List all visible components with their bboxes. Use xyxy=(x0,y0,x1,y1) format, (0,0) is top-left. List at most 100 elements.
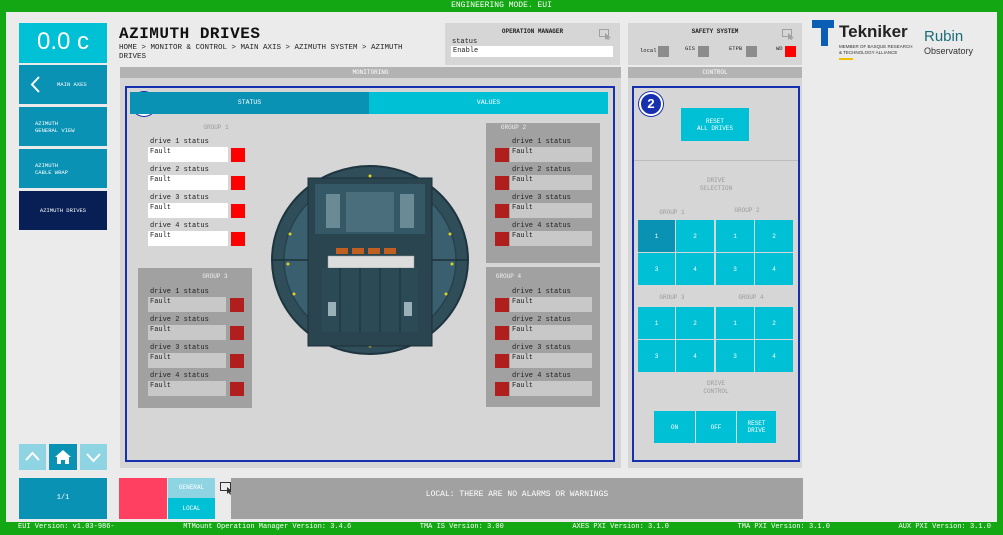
tab-values[interactable]: VALUES xyxy=(369,92,608,114)
g3-drive1-value: Fault xyxy=(148,297,226,312)
g3-drive2-label: drive 2 status xyxy=(150,316,209,324)
status-field: Enable xyxy=(451,46,613,57)
rubin-logo-line2: Observatory xyxy=(924,46,974,56)
page-indicator: 1/1 xyxy=(19,478,107,519)
nav-azimuth-general-view-button[interactable]: AZIMUTH GENERAL VIEW xyxy=(19,107,107,146)
drive-selection-label: DRIVE SELECTION xyxy=(699,177,733,192)
g1-drive4-label: drive 4 status xyxy=(150,222,209,230)
tab-values-label: VALUES xyxy=(476,99,501,106)
azimuth-platform-image xyxy=(271,165,469,355)
g3-drive2-indicator xyxy=(230,326,244,340)
tab-status-label: STATUS xyxy=(237,99,262,106)
g1-drive4-value: Fault xyxy=(148,231,228,246)
g1-drive2-label: drive 2 status xyxy=(150,166,209,174)
select-g4-drive1-button[interactable]: 1 xyxy=(716,307,754,339)
select-g3-drive3-button[interactable]: 3 xyxy=(638,340,675,372)
aux-pxi-version: AUX PXI Version: 3.1.0 xyxy=(898,523,991,531)
drive-off-button[interactable]: OFF xyxy=(696,411,736,443)
g1-drive1-label: drive 1 status xyxy=(150,138,209,146)
select-g4-drive2-button[interactable]: 2 xyxy=(755,307,793,339)
select-g4-drive4-button[interactable]: 4 xyxy=(755,340,793,372)
nav-item-label: AZIMUTH GENERAL VIEW xyxy=(35,119,75,134)
page-down-button[interactable] xyxy=(80,444,107,470)
g4-drive1-value: Fault xyxy=(510,297,592,312)
nav-azimuth-cable-wrap-button[interactable]: AZIMUTH CABLE WRAP xyxy=(19,149,107,188)
tekniker-logo-mark-icon xyxy=(812,20,834,46)
select-g2-drive1-button[interactable]: 1 xyxy=(716,220,754,252)
nav-azimuth-drives-button[interactable]: AZIMUTH DRIVES xyxy=(19,191,107,230)
g1-drive4-indicator xyxy=(231,232,245,246)
select-g3-drive1-button[interactable]: 1 xyxy=(638,307,675,339)
g4-drive4-indicator xyxy=(495,382,509,396)
home-button[interactable] xyxy=(49,444,77,470)
operation-manager-title: OPERATION MANAGER xyxy=(501,28,564,35)
status-label: status xyxy=(452,38,478,46)
reset-drive-button[interactable]: RESET DRIVE xyxy=(737,411,776,443)
g2-drive1-indicator xyxy=(495,148,509,162)
select-g2-drive4-button[interactable]: 4 xyxy=(755,253,793,285)
select-g1-drive4-button[interactable]: 4 xyxy=(676,253,714,285)
drive-control-label: DRIVE CONTROL xyxy=(703,380,729,395)
expand-cursor-icon[interactable] xyxy=(782,29,795,40)
select-g4-drive3-button[interactable]: 3 xyxy=(716,340,754,372)
g3-drive3-indicator xyxy=(230,354,244,368)
nav-item-label: AZIMUTH DRIVES xyxy=(39,207,87,214)
safety-wd-indicator xyxy=(785,46,796,57)
g2-drive3-label: drive 3 status xyxy=(512,194,571,202)
alarm-message: LOCAL: THERE ARE NO ALARMS OR WARNINGS xyxy=(231,478,803,519)
tekniker-name: Tekniker xyxy=(839,22,908,41)
breadcrumb: HOME > MONITOR & CONTROL > MAIN AXIS > A… xyxy=(119,44,403,61)
group-3-title: GROUP 3 xyxy=(202,273,228,280)
group-2-title: GROUP 2 xyxy=(500,124,527,131)
g3-drive2-value: Fault xyxy=(148,325,226,340)
chevron-down-icon xyxy=(86,453,101,463)
g2-drive4-indicator xyxy=(495,232,509,246)
mtmount-version: MTMount Operation Manager Version: 3.4.6 xyxy=(183,523,352,531)
g3-drive3-value: Fault xyxy=(148,353,226,368)
select-g2-drive2-button[interactable]: 2 xyxy=(755,220,793,252)
select-g2-drive3-button[interactable]: 3 xyxy=(716,253,754,285)
nav-main-axes-button[interactable]: MAIN AXES xyxy=(19,65,107,104)
g4-drive3-label: drive 3 status xyxy=(512,344,571,352)
alarm-tab-local[interactable]: LOCAL xyxy=(168,498,215,519)
g2-drive3-indicator xyxy=(495,204,509,218)
select-g3-drive2-button[interactable]: 2 xyxy=(676,307,714,339)
ctrl-group-1-title: GROUP 1 xyxy=(659,209,685,216)
group-4-title: GROUP 4 xyxy=(495,273,522,280)
g1-drive1-indicator xyxy=(231,148,245,162)
tab-status[interactable]: STATUS xyxy=(130,92,369,114)
select-g3-drive4-button[interactable]: 4 xyxy=(676,340,714,372)
home-icon xyxy=(55,450,71,464)
reset-all-drives-button[interactable]: RESET ALL DRIVES xyxy=(681,108,749,141)
expand-cursor-icon[interactable] xyxy=(599,29,612,40)
safety-gis-indicator xyxy=(698,46,709,57)
tma-is-version: TMA IS Version: 3.00 xyxy=(419,523,504,531)
safety-etpb-indicator xyxy=(746,46,757,57)
g4-drive4-label: drive 4 status xyxy=(512,372,571,380)
select-g1-drive3-button[interactable]: 3 xyxy=(638,253,675,285)
g3-drive4-label: drive 4 status xyxy=(150,372,209,380)
azimuth-speed-readout: 0.0 c xyxy=(19,23,107,63)
select-g1-drive2-button[interactable]: 2 xyxy=(676,220,714,252)
safety-local-label: local xyxy=(640,47,657,54)
g2-drive2-indicator xyxy=(495,176,509,190)
alarm-tab-general[interactable]: GENERAL xyxy=(168,478,215,498)
g2-drive3-value: Fault xyxy=(510,203,592,218)
g4-drive2-label: drive 2 status xyxy=(512,316,571,324)
g4-drive2-indicator xyxy=(495,326,509,340)
g4-drive2-value: Fault xyxy=(510,325,592,340)
control-title: CONTROL xyxy=(628,67,802,78)
nav-item-label: MAIN AXES xyxy=(57,81,87,88)
g3-drive3-label: drive 3 status xyxy=(150,344,209,352)
g3-drive4-indicator xyxy=(230,382,244,396)
g1-drive2-value: Fault xyxy=(148,175,228,190)
page-up-button[interactable] xyxy=(19,444,46,470)
g2-drive1-value: Fault xyxy=(510,147,592,162)
tekniker-subtitle: MEMBER OF BASQUE RESEARCH & TECHNOLOGY A… xyxy=(839,44,913,55)
select-g1-drive1-button[interactable]: 1 xyxy=(638,220,675,252)
drive-on-button[interactable]: ON xyxy=(654,411,695,443)
g4-drive1-label: drive 1 status xyxy=(512,288,571,296)
g4-drive1-indicator xyxy=(495,298,509,312)
safety-system-title: SAFETY SYSTEM xyxy=(691,28,739,35)
eui-version: EUI Version: v1.03-986- xyxy=(18,523,115,531)
